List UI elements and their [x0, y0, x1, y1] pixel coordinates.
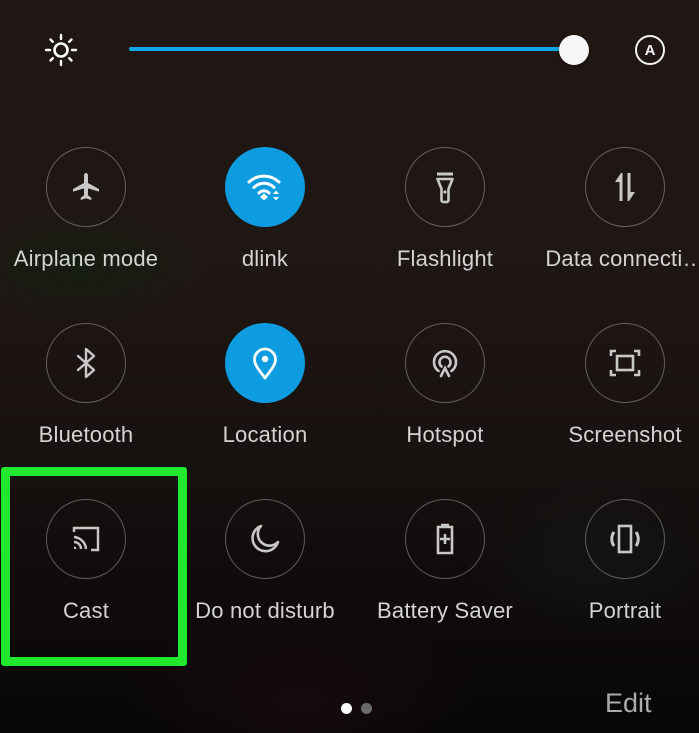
tile-hotspot[interactable]: Hotspot	[357, 316, 533, 476]
tile-portrait[interactable]: Portrait	[537, 492, 699, 652]
tile-toggle-button[interactable]	[46, 323, 126, 403]
tile-label: Airplane mode	[13, 246, 159, 271]
tile-label: Screenshot	[568, 422, 682, 447]
tile-data-connecti[interactable]: Data connecti…	[537, 140, 699, 300]
tile-toggle-button[interactable]	[585, 499, 665, 579]
brightness-slider-thumb[interactable]	[559, 35, 589, 65]
tile-toggle-button[interactable]	[225, 499, 305, 579]
edit-button[interactable]: Edit	[605, 688, 652, 719]
tile-do-not-disturb[interactable]: Do not disturb	[177, 492, 353, 652]
tile-toggle-button[interactable]	[405, 499, 485, 579]
page-dot-2[interactable]	[361, 703, 372, 714]
tile-screenshot[interactable]: Screenshot	[537, 316, 699, 476]
flashlight-icon	[423, 165, 467, 209]
brightness-sun-icon	[44, 33, 78, 67]
tile-toggle-button[interactable]	[585, 323, 665, 403]
cast-icon	[64, 517, 108, 561]
tile-cast[interactable]: Cast	[0, 492, 174, 652]
tile-label: Location	[222, 422, 308, 447]
location-pin-icon	[243, 341, 287, 385]
battery-saver-icon	[423, 517, 467, 561]
tile-battery-saver[interactable]: Battery Saver	[357, 492, 533, 652]
tile-label: Do not disturb	[195, 598, 335, 623]
tile-label: Battery Saver	[377, 598, 513, 623]
tile-toggle-button[interactable]	[585, 147, 665, 227]
auto-brightness-label: A	[644, 41, 656, 59]
tile-toggle-button[interactable]	[405, 147, 485, 227]
tile-bluetooth[interactable]: Bluetooth	[0, 316, 174, 476]
tile-location[interactable]: Location	[177, 316, 353, 476]
tile-label: Data connecti…	[545, 246, 699, 271]
brightness-slider[interactable]	[129, 35, 589, 65]
tile-flashlight[interactable]: Flashlight	[357, 140, 533, 300]
auto-brightness-button[interactable]: A	[635, 35, 665, 65]
tile-dlink[interactable]: dlink	[177, 140, 353, 300]
rotation-lock-icon	[603, 517, 647, 561]
hotspot-icon	[423, 341, 467, 385]
page-indicator	[341, 703, 372, 714]
bluetooth-icon	[64, 341, 108, 385]
tile-label: dlink	[241, 246, 289, 271]
tile-toggle-button[interactable]	[405, 323, 485, 403]
tile-toggle-button[interactable]	[46, 499, 126, 579]
tile-toggle-button[interactable]	[225, 147, 305, 227]
tile-airplane-mode[interactable]: Airplane mode	[0, 140, 174, 300]
tile-label: Hotspot	[406, 422, 484, 447]
tile-label: Portrait	[588, 598, 662, 623]
tile-label: Flashlight	[396, 246, 494, 271]
brightness-slider-fill	[129, 47, 574, 51]
tile-label: Cast	[62, 598, 110, 623]
tile-toggle-button[interactable]	[225, 323, 305, 403]
wifi-icon	[243, 165, 287, 209]
screenshot-icon	[603, 341, 647, 385]
data-connection-icon	[603, 165, 647, 209]
page-dot-1[interactable]	[341, 703, 352, 714]
tile-label: Bluetooth	[38, 422, 134, 447]
airplane-icon	[64, 165, 108, 209]
tile-toggle-button[interactable]	[46, 147, 126, 227]
moon-icon	[243, 517, 287, 561]
